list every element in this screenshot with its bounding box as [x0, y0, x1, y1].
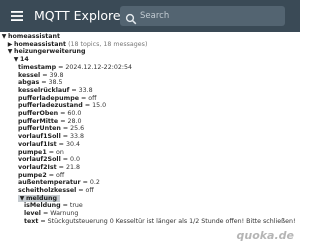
node-label: meldung: [26, 194, 57, 202]
value-text: 33.8: [70, 133, 85, 141]
value-key: vorlauf2Ist: [18, 163, 57, 171]
value-text: 28.0: [67, 117, 82, 125]
value-key: pufferUnten: [18, 125, 61, 133]
value-key: pufferladepumpe: [18, 94, 79, 102]
value-text: 38.5: [48, 79, 63, 87]
value-text: on: [56, 148, 64, 156]
value-text: 30.4: [65, 140, 80, 148]
selected-node[interactable]: ▼ meldung: [18, 194, 60, 203]
value-text: Warnung: [50, 210, 79, 218]
value-key: vorlauf1Ist: [18, 140, 57, 148]
value-text: off: [88, 94, 97, 102]
triangle-down-icon[interactable]: ▼: [0, 33, 8, 41]
triangle-down-icon[interactable]: ▼: [6, 48, 14, 56]
search-icon: [125, 10, 137, 25]
triangle-down-icon[interactable]: ▼: [18, 195, 26, 203]
node-label: homeassistant: [8, 33, 61, 40]
search-input[interactable]: [140, 7, 280, 25]
value-text: true: [69, 202, 83, 210]
value-key: timestamp: [18, 63, 57, 71]
value-text: 21.8: [65, 163, 80, 171]
value-key: pumpe1: [18, 148, 47, 156]
value-key: pufferMitte: [18, 117, 59, 125]
value-key: scheitholzkessel: [18, 187, 77, 194]
value-text: 15.0: [92, 102, 107, 110]
value-text: Stückgutsteuerung 0 Kesseltür ist länger…: [47, 217, 296, 225]
search-box[interactable]: [120, 6, 285, 26]
value-key: vorlauf2Soll: [18, 156, 61, 164]
topic-tree: ▼ homeassistant ▶ homeassistant (18 topics…: [0, 32, 300, 245]
value-text: 60.0: [67, 110, 82, 117]
value-key: text: [24, 217, 39, 225]
value-key: level: [24, 210, 41, 218]
triangle-right-icon[interactable]: ▶: [6, 41, 14, 49]
node-label: 14: [20, 56, 29, 64]
value-text: 39.8: [49, 71, 64, 79]
value-key: außentemperatur: [18, 179, 81, 187]
app-title: MQTT Explorer: [34, 8, 126, 23]
value-key: pufferOben: [18, 110, 59, 117]
value-text: off: [85, 187, 94, 194]
value-key: pufferladezustand: [18, 102, 83, 110]
value-text: 2024.12.12-22:02:54: [65, 63, 132, 71]
value-key: isMeldung: [24, 202, 61, 210]
watermark-logo: quoka.de: [236, 229, 294, 242]
value-key: kessel: [18, 71, 41, 79]
menu-icon[interactable]: [8, 7, 26, 25]
node-label: heizungerweiterung: [14, 48, 86, 56]
value-key: pumpe2: [18, 171, 47, 179]
value-key: kesselrücklauf: [18, 86, 70, 94]
value-text: 25.6: [70, 125, 85, 133]
value-key: abgas: [18, 79, 40, 87]
value-text: 0.2: [89, 179, 100, 187]
node-label: homeassistant: [14, 40, 67, 48]
mqtt-explorer-app: MQTT Explorer ▼homeassistant ▶homeassist…: [0, 0, 300, 245]
node-meta: (18 topics, 18 messages): [68, 40, 148, 48]
tree-value-row[interactable]: text = Stückgutsteuerung 0 Kesseltür ist…: [24, 218, 300, 226]
value-text: off: [56, 171, 65, 179]
triangle-down-icon[interactable]: ▼: [12, 56, 20, 64]
value-text: 0.0: [70, 156, 81, 164]
app-header: MQTT Explorer: [0, 0, 300, 32]
value-key: vorlauf1Soll: [18, 133, 61, 141]
value-text: 33.8: [78, 86, 93, 94]
